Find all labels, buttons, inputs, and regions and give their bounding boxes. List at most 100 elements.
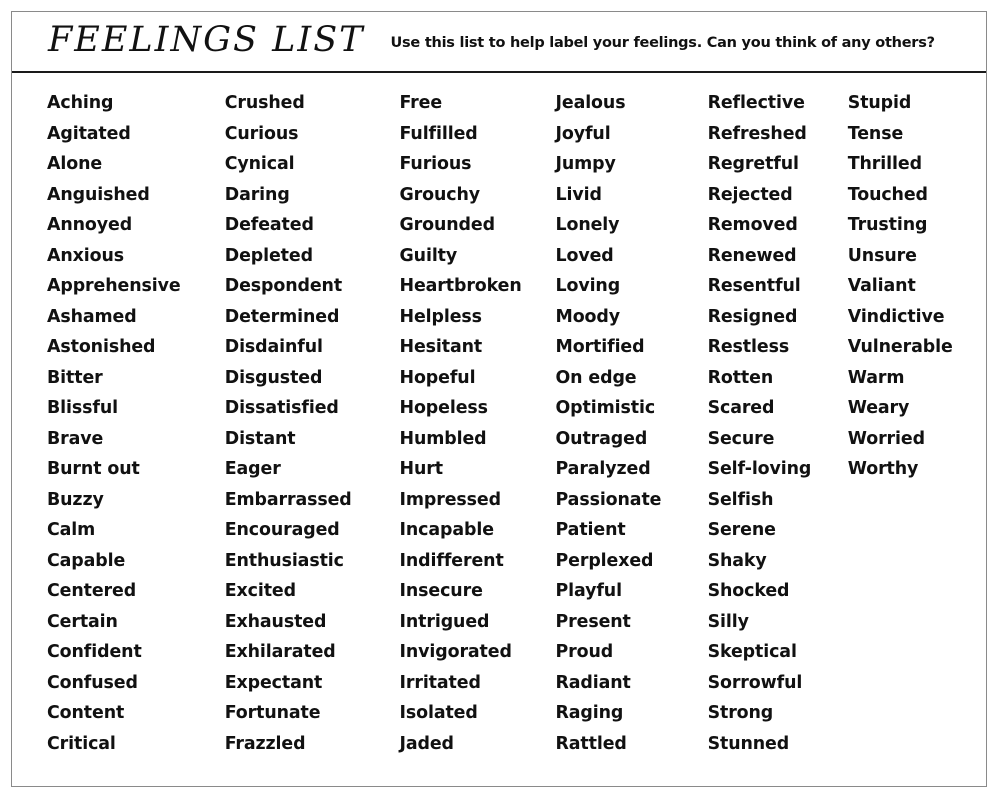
feeling-word: Removed xyxy=(707,215,798,235)
feeling-word: Reflective xyxy=(707,93,805,113)
feeling-word: Joyful xyxy=(555,123,611,144)
feeling-word: Apprehensive xyxy=(47,276,181,296)
feeling-word: Confused xyxy=(47,672,138,693)
feeling-word: Capable xyxy=(47,550,126,571)
feeling-word: Secure xyxy=(707,428,775,449)
feelings-column-2: Crushed Curious Cynical Daring Defeated Deple… xyxy=(225,88,400,759)
feeling-word: Agitated xyxy=(47,123,131,144)
feeling-word: Hurt xyxy=(399,459,444,479)
feeling-word: Grounded xyxy=(399,215,496,235)
feeling-word: Buzzy xyxy=(47,489,104,510)
feeling-word: Exhausted xyxy=(224,611,327,632)
feeling-word: Critical xyxy=(47,733,116,754)
feelings-list-sheet: FEELINGS LIST Use this list to help labe… xyxy=(11,11,987,787)
feeling-word: Isolated xyxy=(399,703,478,723)
page-title: FEELINGS LIST xyxy=(48,20,365,60)
feeling-word: Fulfilled xyxy=(399,123,478,144)
page-subtitle: Use this list to help label your feeling… xyxy=(390,34,935,51)
feeling-word: Outraged xyxy=(555,428,648,449)
feeling-word: Jealous xyxy=(555,93,626,113)
feeling-word: Aching xyxy=(47,93,114,113)
feeling-word: Stupid xyxy=(847,93,912,113)
feeling-word: Disdainful xyxy=(224,337,323,357)
feeling-word: Impressed xyxy=(399,489,502,510)
feeling-word: Incapable xyxy=(399,520,494,540)
feeling-word: Dissatisfied xyxy=(224,398,339,418)
feeling-word: Hopeless xyxy=(399,398,489,418)
feeling-word: Restless xyxy=(707,337,790,357)
feeling-word: Paralyzed xyxy=(555,459,651,479)
feeling-word: Burnt out xyxy=(47,459,140,479)
feeling-word: Shaky xyxy=(707,550,767,571)
feeling-word: Hopeful xyxy=(399,367,476,388)
feeling-word: Trusting xyxy=(847,215,928,235)
feeling-word: Determined xyxy=(224,306,340,327)
sheet-header: FEELINGS LIST Use this list to help labe… xyxy=(12,12,986,73)
feeling-word: Resentful xyxy=(707,276,801,296)
feeling-word: Loved xyxy=(555,245,614,266)
feeling-word: Certain xyxy=(47,611,118,632)
feeling-word: Serene xyxy=(707,520,776,540)
feeling-word: Heartbroken xyxy=(399,276,522,296)
feeling-word: Perplexed xyxy=(555,550,654,571)
feeling-word: On edge xyxy=(555,367,637,388)
feeling-word: Daring xyxy=(224,184,290,205)
feeling-word: Tense xyxy=(847,123,904,144)
feelings-column-3: Free Fulfilled Furious Grouchy Grounded Guilt… xyxy=(400,88,556,759)
feeling-word: Warm xyxy=(847,367,905,388)
feeling-word: Anxious xyxy=(47,245,124,266)
feeling-word: Content xyxy=(47,703,125,723)
feeling-word: Crushed xyxy=(224,93,305,113)
feeling-word: Cynical xyxy=(224,154,295,174)
feeling-word: Humbled xyxy=(399,428,487,449)
feeling-word: Passionate xyxy=(555,489,662,510)
feeling-word: Insecure xyxy=(399,581,483,601)
feeling-word: Blissful xyxy=(47,398,118,418)
feeling-word: Mortified xyxy=(555,337,645,357)
feeling-word: Skeptical xyxy=(707,642,797,662)
feeling-word: Irritated xyxy=(399,672,481,693)
feelings-list-body: Aching Agitated Alone Anguished Annoyed Anxio… xyxy=(12,73,986,785)
feeling-word: Bitter xyxy=(47,367,103,388)
feeling-word: Touched xyxy=(847,184,928,205)
feeling-word: Unsure xyxy=(847,245,917,266)
feeling-word: Enthusiastic xyxy=(224,550,344,571)
feeling-word: Rattled xyxy=(555,733,627,754)
feeling-word: Disgusted xyxy=(224,367,323,388)
feeling-word: Embarrassed xyxy=(224,489,352,510)
feeling-word: Shocked xyxy=(707,581,790,601)
feeling-word: Vulnerable xyxy=(847,337,953,357)
feeling-word: Astonished xyxy=(47,337,156,357)
feeling-word: Despondent xyxy=(224,276,343,296)
feeling-word: Frazzled xyxy=(224,733,306,754)
feeling-word: Renewed xyxy=(707,245,797,266)
feeling-word: Furious xyxy=(399,154,472,174)
feeling-word: Anguished xyxy=(47,184,150,205)
feeling-word: Calm xyxy=(47,520,96,540)
feeling-word: Refreshed xyxy=(707,123,807,144)
feeling-word: Eager xyxy=(224,459,281,479)
feeling-word: Fortunate xyxy=(224,703,321,723)
feelings-column-6: Stupid Tense Thrilled Touched Trusting Unsure… xyxy=(848,88,986,485)
feeling-word: Thrilled xyxy=(847,154,922,174)
feeling-word: Loving xyxy=(555,276,621,296)
feelings-column-1: Aching Agitated Alone Anguished Annoyed Anxio… xyxy=(12,88,225,759)
feeling-word: Defeated xyxy=(224,215,314,235)
feeling-word: Jumpy xyxy=(555,154,616,174)
feeling-word: Selfish xyxy=(707,489,774,510)
feeling-word: Expectant xyxy=(224,672,323,693)
feeling-word: Lonely xyxy=(555,215,620,235)
feeling-word: Intrigued xyxy=(399,611,490,632)
feeling-word: Moody xyxy=(555,306,621,327)
feeling-word: Annoyed xyxy=(47,215,133,235)
feeling-word: Worthy xyxy=(847,459,919,479)
feeling-word: Sorrowful xyxy=(707,672,803,693)
feeling-word: Hesitant xyxy=(399,337,483,357)
feeling-word: Patient xyxy=(555,520,626,540)
feeling-word: Livid xyxy=(555,184,602,205)
feeling-word: Weary xyxy=(847,398,910,418)
feeling-word: Curious xyxy=(224,123,299,144)
feeling-word: Worried xyxy=(847,428,925,449)
feeling-word: Radiant xyxy=(555,672,631,693)
feeling-word: Playful xyxy=(555,581,623,601)
